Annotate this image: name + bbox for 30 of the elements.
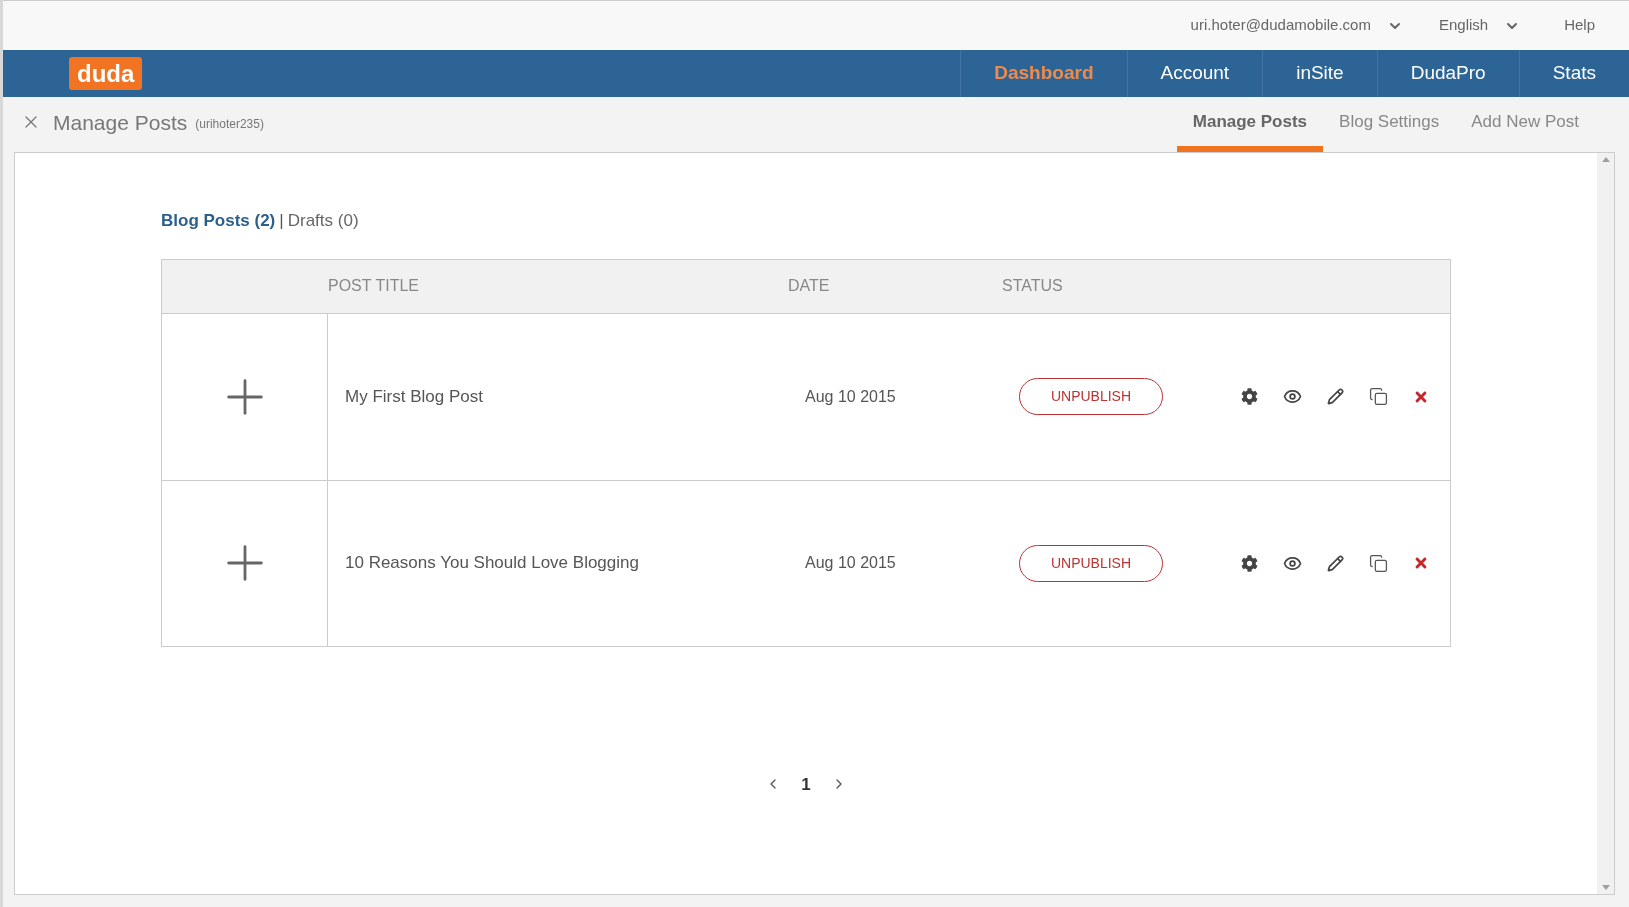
help-link[interactable]: Help	[1564, 14, 1595, 37]
separator: |	[279, 210, 284, 232]
site-id: (urihoter235)	[195, 116, 264, 134]
pencil-icon[interactable]	[1327, 388, 1344, 405]
nav-tab[interactable]: Account	[1126, 50, 1263, 97]
eye-icon[interactable]	[1283, 387, 1302, 406]
post-title[interactable]: My First Blog Post	[328, 383, 805, 410]
column-header: POST TITLE	[328, 276, 420, 296]
copy-icon[interactable]	[1369, 553, 1388, 573]
nav-tab[interactable]: DudaPro	[1376, 50, 1519, 97]
page-link[interactable]: 1	[801, 771, 811, 797]
nav-tab[interactable]: inSite	[1262, 50, 1377, 97]
post-title[interactable]: 10 Reasons You Should Love Blogging	[328, 550, 805, 576]
account-menu[interactable]: uri.hoter@dudamobile.com	[1190, 14, 1403, 37]
page-title: Manage Posts	[53, 109, 188, 136]
copy-icon[interactable]	[1369, 387, 1388, 406]
column-header: STATUS	[1002, 276, 1063, 296]
column-header: DATE	[788, 276, 831, 296]
sub-tab[interactable]: Blog Settings	[1323, 108, 1456, 152]
delete-icon[interactable]	[1413, 555, 1429, 571]
settings-icon[interactable]	[1241, 554, 1258, 572]
post-date: Aug 10 2015	[805, 553, 897, 573]
pencil-icon[interactable]	[1327, 554, 1344, 572]
sub-tab[interactable]: Add New Post	[1455, 108, 1595, 152]
language-menu[interactable]: English	[1438, 14, 1521, 37]
filter-tab[interactable]: Blog Posts (2)	[161, 208, 276, 234]
settings-icon[interactable]	[1241, 388, 1258, 405]
post-date: Aug 10 2015	[805, 386, 897, 407]
nav-tab[interactable]: Stats	[1518, 50, 1629, 97]
filter-tab[interactable]: Drafts (0)	[287, 208, 359, 234]
